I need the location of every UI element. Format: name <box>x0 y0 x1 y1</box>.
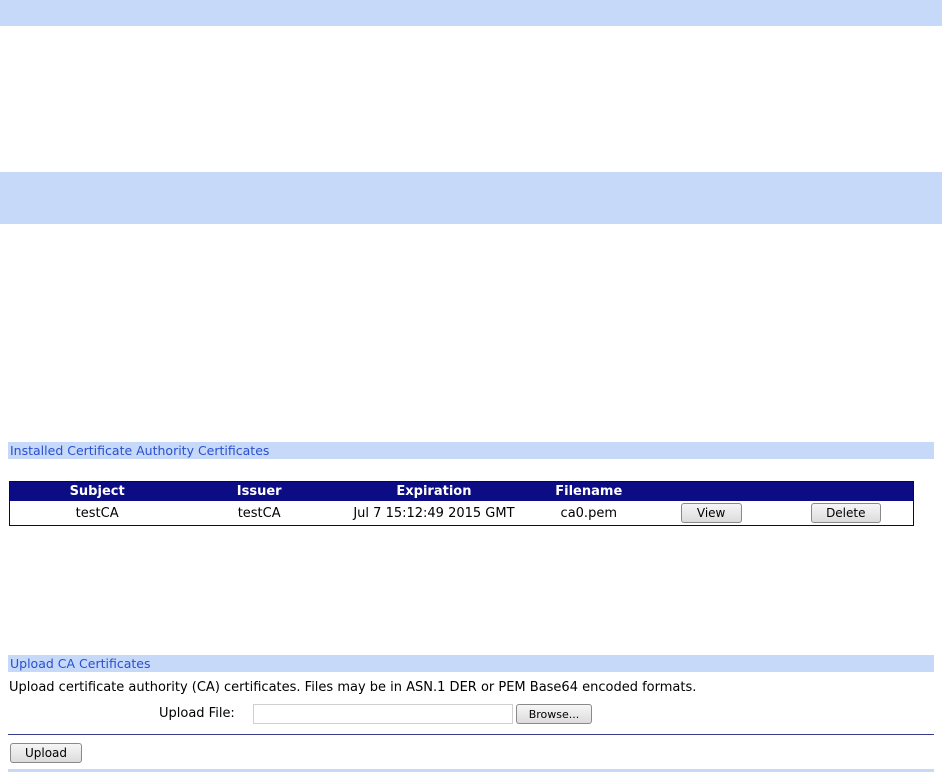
table-header-row: Subject Issuer Expiration Filename <box>9 481 914 502</box>
delete-button[interactable]: Delete <box>810 503 881 523</box>
column-header-subject: Subject <box>69 484 125 499</box>
cell-view: View <box>644 501 779 526</box>
upload-divider <box>8 734 934 735</box>
cell-expiration: Jul 7 15:12:49 2015 GMT <box>353 505 515 521</box>
top-banner-band <box>0 0 942 26</box>
cell-subject: testCA <box>75 505 119 521</box>
upload-button[interactable]: Upload <box>10 743 82 763</box>
upload-file-row: Upload File: Browse... <box>0 704 942 726</box>
cell-issuer: testCA <box>237 505 281 521</box>
column-header-issuer: Issuer <box>236 484 282 499</box>
column-header-view <box>644 482 779 502</box>
upload-certificates-header: Upload CA Certificates <box>8 655 934 672</box>
column-header-delete <box>779 482 914 502</box>
table-row: testCA testCA Jul 7 15:12:49 2015 GMT ca… <box>10 501 914 526</box>
column-header-expiration: Expiration <box>396 484 472 499</box>
upload-description: Upload certificate authority (CA) certif… <box>9 680 697 695</box>
browse-button[interactable]: Browse... <box>516 704 592 724</box>
view-button[interactable]: View <box>680 503 742 523</box>
upload-file-input[interactable] <box>253 704 513 724</box>
cell-filename: ca0.pem <box>560 505 617 521</box>
column-header-filename: Filename <box>555 484 623 499</box>
cell-delete: Delete <box>779 501 914 526</box>
installed-certificates-header: Installed Certificate Authority Certific… <box>8 442 934 459</box>
upload-file-label: Upload File: <box>159 706 235 721</box>
middle-banner-band <box>0 172 942 224</box>
certificates-table: Subject Issuer Expiration Filename testC… <box>9 481 914 526</box>
